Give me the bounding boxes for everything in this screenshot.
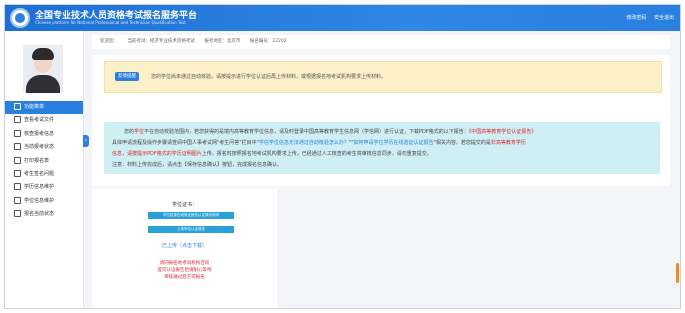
print-icon bbox=[14, 156, 21, 164]
red-note-3: 审核通过后方可报名 bbox=[164, 275, 205, 280]
avatar-body bbox=[26, 75, 60, 93]
sidebar-item-current-status[interactable]: 报名当前状态 bbox=[5, 208, 83, 221]
sidebar-item-label: 学历信息维护 bbox=[24, 184, 55, 191]
pen-icon bbox=[14, 169, 21, 177]
certificate-title: 学位证书： bbox=[171, 202, 197, 208]
faq-link-1[interactable]: 学信学位信息无法通过自动核验怎么办？ bbox=[259, 140, 349, 146]
sidebar-item-label: 当前报考状态 bbox=[24, 144, 55, 151]
sidebar-item-label: 核查报考信息 bbox=[24, 130, 55, 137]
red-note-2: 提交认证报告后请耐心等待 bbox=[157, 268, 212, 273]
exam-area: 报考地区：北京市 bbox=[204, 39, 241, 44]
sidebar-item-label: 报名当前状态 bbox=[24, 211, 55, 218]
instruction-line-2: 具体申请流程及操作步骤请查阅中国人事考试网"考生问答"栏目中"学信学位信息无法通… bbox=[112, 140, 526, 146]
logout-link[interactable]: 安全退出 bbox=[654, 15, 674, 21]
app-window: 全国专业技术人员资格考试报名服务平台 Chinese platform for … bbox=[4, 4, 681, 309]
brand-subtitle: Chinese platform for National Profession… bbox=[35, 20, 186, 25]
upload-report-button[interactable]: 上传学位认证报告 bbox=[148, 226, 234, 233]
status-icon bbox=[14, 143, 21, 151]
flag-icon bbox=[14, 210, 21, 218]
instruction-line-4: 注意：材料上传完成后，请点击【保存信息确认】按钮，完成报名信息确认。 bbox=[112, 162, 283, 168]
instruction-notice: 您的学位不在自动校验范围内，若您获得的是境内高等教育学位信息，请及时登录中国高等… bbox=[104, 122, 660, 174]
faq-link-2[interactable]: 如何申请学位学历在线验证认证报告 bbox=[354, 140, 434, 146]
verify-guide-button[interactable]: 学位信息在线验证报告认证操作说明 bbox=[148, 212, 234, 219]
reminder-notice: 友情提醒 您的学位尚未通过自动核验，请按提示进行学位认证后再上传材料，或根据报名… bbox=[104, 61, 662, 93]
sidebar-item-exam-files[interactable]: 查看考试文件 bbox=[5, 114, 83, 127]
welcome-text: 欢迎您： bbox=[100, 39, 118, 44]
instruction-line-1: 您的学位不在自动校验范围内，若您获得的是境内高等教育学位信息，请及时登录中国高等… bbox=[124, 129, 537, 135]
sidebar-item-label: 考生签名问题 bbox=[24, 170, 55, 177]
sidebar-item-degree[interactable]: 学位信息维护 bbox=[5, 195, 83, 208]
instruction-panel: 您的学位不在自动校验范围内，若您获得的是境内高等教育学位信息，请及时登录中国高等… bbox=[92, 116, 670, 186]
sidebar-item-label: 打印报名表 bbox=[24, 157, 50, 164]
reminder-panel: 友情提醒 您的学位尚未通过自动核验，请按提示进行学位认证后再上传材料，或根据报名… bbox=[92, 55, 670, 119]
change-password-link[interactable]: 修改密码 bbox=[626, 15, 646, 21]
sidebar-item-menu[interactable]: 功能菜单 bbox=[5, 101, 83, 115]
avatar bbox=[23, 45, 63, 93]
red-note-1: 请向报名地考试机构咨询 bbox=[159, 261, 210, 266]
sidebar-item-print-form[interactable]: 打印报名表 bbox=[5, 155, 83, 168]
book-icon bbox=[14, 183, 21, 191]
home-icon bbox=[14, 103, 21, 110]
top-header: 全国专业技术人员资格考试报名服务平台 Chinese platform for … bbox=[5, 5, 680, 31]
certificate-icon bbox=[14, 196, 21, 204]
user-info-bar: 欢迎您： 当前考试：经济专业技术资格考试 报考地区：北京市 报名编号：22202 bbox=[92, 35, 670, 49]
sidebar-item-verify-info[interactable]: 核查报考信息 bbox=[5, 128, 83, 141]
sidebar-nav: 功能菜单 查看考试文件 核查报考信息 当前报考状态 打印报名表 考生签名问题 学… bbox=[5, 101, 83, 222]
degree-certificate-card: 学位证书： 学位信息在线验证报告认证操作说明 上传学位认证报告 已上传（点击下载… bbox=[92, 189, 277, 308]
download-uploaded-link[interactable]: 已上传（点击下载） bbox=[92, 242, 277, 249]
document-icon bbox=[14, 116, 21, 124]
sidebar-item-education[interactable]: 学历信息维护 bbox=[5, 181, 83, 194]
instruction-line-3: 信息，请按提示PDF格式的学历证明图片上传，报名时按照报名地考试机构要求上传，已… bbox=[112, 151, 432, 157]
header-actions: 修改密码 安全退出 bbox=[620, 14, 674, 21]
scrollbar[interactable] bbox=[676, 263, 679, 283]
sidebar-item-status[interactable]: 当前报考状态 bbox=[5, 141, 83, 154]
sidebar: 功能菜单 查看考试文件 核查报考信息 当前报考状态 打印报名表 考生签名问题 学… bbox=[5, 31, 84, 308]
current-exam: 当前考试：经济专业技术资格考试 bbox=[127, 39, 195, 44]
reminder-text: 您的学位尚未通过自动核验，请按提示进行学位认证后再上传材料，或根据报名地考试机构… bbox=[151, 74, 387, 80]
reminder-tag: 友情提醒 bbox=[115, 72, 139, 81]
sidebar-item-signature[interactable]: 考生签名问题 bbox=[5, 168, 83, 181]
sidebar-item-label: 功能菜单 bbox=[24, 104, 45, 110]
avatar-hair bbox=[32, 48, 54, 60]
sidebar-item-label: 学位信息维护 bbox=[24, 197, 55, 204]
main-content: 欢迎您： 当前考试：经济专业技术资格考试 报考地区：北京市 报名编号：22202… bbox=[88, 31, 676, 308]
sidebar-item-label: 查看考试文件 bbox=[24, 117, 55, 124]
check-icon bbox=[14, 129, 21, 137]
platform-logo-icon bbox=[10, 8, 30, 28]
exam-number: 报名编号：22202 bbox=[249, 39, 287, 44]
